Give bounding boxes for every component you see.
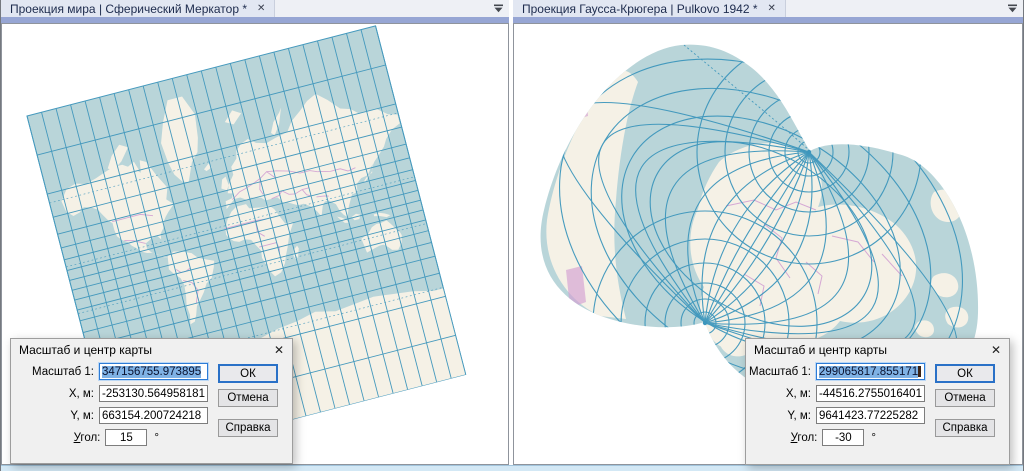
y-input[interactable]: 9641423.77225282	[816, 407, 925, 424]
angle-input[interactable]: -30	[822, 429, 864, 446]
close-icon[interactable]: ✕	[768, 4, 776, 14]
close-icon[interactable]: ✕	[274, 344, 284, 356]
tab-list-icon[interactable]	[1007, 3, 1018, 14]
app-window: Проекция мира | Сферический Меркатор * ✕…	[0, 0, 1024, 471]
y-label: Y, м:	[70, 410, 94, 422]
degree-sign: °	[154, 432, 159, 444]
dialog-titlebar[interactable]: Масштаб и центр карты ✕	[746, 339, 1009, 360]
angle-label: Угол:	[74, 432, 101, 444]
tabbar-left: Проекция мира | Сферический Меркатор * ✕	[1, 0, 509, 17]
y-row: Y, м: 9641423.77225282	[746, 407, 925, 424]
scale-input[interactable]: 347156755.973895	[99, 363, 208, 380]
tab-title: Проекция Гаусса-Крюгера | Pulkovo 1942 *	[522, 2, 758, 16]
angle-label: Угол:	[791, 432, 818, 444]
x-label: X, м:	[786, 388, 811, 400]
tab-list-icon[interactable]	[493, 3, 504, 14]
scale-label: Масштаб 1:	[749, 366, 811, 378]
close-icon[interactable]: ✕	[991, 344, 1001, 356]
cancel-button[interactable]: Отмена	[218, 389, 278, 407]
scale-row: Масштаб 1: 347156755.973895	[11, 363, 208, 380]
y-row: Y, м: 663154.200724218	[11, 407, 208, 424]
ok-button[interactable]: ОК	[935, 364, 995, 383]
window-bottom-strip	[0, 465, 1024, 471]
x-row: X, м: -44516.2755016401	[746, 385, 925, 402]
tab-mercator[interactable]: Проекция мира | Сферический Меркатор * ✕	[1, 0, 275, 17]
x-input[interactable]: -44516.2755016401	[816, 385, 925, 402]
ok-button[interactable]: ОК	[218, 364, 278, 383]
cancel-button[interactable]: Отмена	[935, 389, 995, 407]
y-label: Y, м:	[787, 410, 811, 422]
tab-gauss-kruger[interactable]: Проекция Гаусса-Крюгера | Pulkovo 1942 *…	[513, 0, 786, 17]
help-button[interactable]: Справка	[935, 419, 995, 437]
y-input[interactable]: 663154.200724218	[99, 407, 208, 424]
window-left-edge	[0, 0, 1, 471]
dialog-titlebar[interactable]: Масштаб и центр карты ✕	[11, 339, 292, 360]
close-icon[interactable]: ✕	[257, 4, 265, 14]
angle-row: Угол: 15 °	[11, 429, 159, 446]
scale-center-dialog: Масштаб и центр карты ✕ Масштаб 1: 34715…	[10, 338, 293, 464]
scale-row: Масштаб 1: 299065817.855171	[746, 363, 925, 380]
help-button[interactable]: Справка	[218, 419, 278, 437]
scale-center-dialog: Масштаб и центр карты ✕ Масштаб 1: 29906…	[745, 338, 1010, 465]
tab-title: Проекция мира | Сферический Меркатор *	[10, 2, 247, 16]
dialog-title: Масштаб и центр карты	[19, 343, 152, 357]
angle-row: Угол: -30 °	[746, 429, 876, 446]
x-label: X, м:	[69, 388, 94, 400]
degree-sign: °	[871, 432, 876, 444]
tabbar-right: Проекция Гаусса-Крюгера | Pulkovo 1942 *…	[513, 0, 1023, 17]
angle-input[interactable]: 15	[105, 429, 147, 446]
text-caret	[918, 366, 921, 377]
x-input[interactable]: -253130.564958181	[99, 385, 208, 402]
scale-label: Масштаб 1:	[32, 366, 94, 378]
scale-input[interactable]: 299065817.855171	[816, 363, 925, 380]
dialog-title: Масштаб и центр карты	[754, 343, 887, 357]
x-row: X, м: -253130.564958181	[11, 385, 208, 402]
